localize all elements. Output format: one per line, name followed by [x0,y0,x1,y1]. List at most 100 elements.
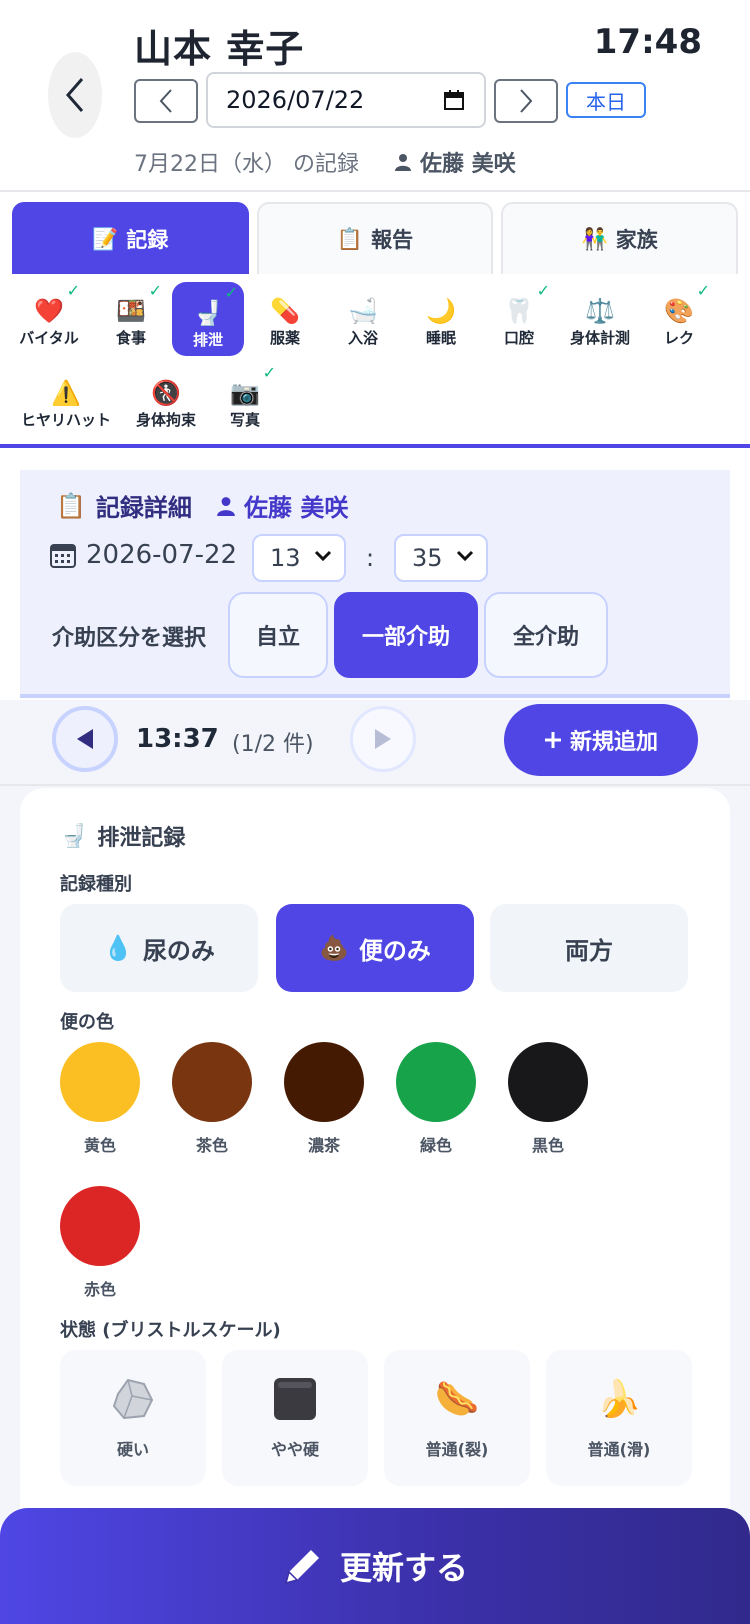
hour-select[interactable]: 13 [252,534,346,582]
color-swatch-black[interactable] [508,1042,588,1122]
prev-day-button[interactable] [134,79,198,123]
check-icon: ✓ [66,281,80,300]
moon-icon: 🌙 [426,297,456,325]
record-count: (1/2 件) [232,732,314,757]
bathtub-icon: 🛁 [348,297,378,325]
triangle-right-icon [375,729,391,749]
tab-report[interactable]: 📋 報告 [256,202,494,274]
tab-label: 家族 [615,228,658,252]
tooth-icon: 🦷 [504,297,534,325]
main-tabs: 📝 記録 📋 報告 👫 家族 [0,194,750,276]
bristol-hard-button[interactable]: 硬い [60,1350,206,1486]
color-label: 濃茶 [307,1136,340,1155]
chevron-left-icon [159,89,172,113]
minute-select[interactable]: 35 [394,534,488,582]
check-icon: ✓ [696,281,710,300]
category-bath[interactable]: 🛁 入浴 [326,280,400,354]
elimination-title-text: 排泄記録 [97,826,186,851]
category-label: ヒヤリハット [20,411,111,429]
category-meal[interactable]: ✓ 🍱 食事 [94,280,168,354]
category-near-miss[interactable]: ⚠️ ヒヤリハット [20,362,112,436]
detail-staff: 佐藤 美咲 [216,488,348,523]
color-label: 赤色 [83,1280,116,1299]
minute-value: 35 [412,544,443,572]
assist-independent-button[interactable]: 自立 [228,592,328,678]
category-recreation[interactable]: ✓ 🎨 レク [642,280,716,354]
category-label: 入浴 [347,329,378,347]
next-day-button[interactable] [494,79,558,123]
user-icon [217,496,235,516]
color-swatch-red[interactable] [60,1186,140,1266]
urine-only-button[interactable]: 💧 尿のみ [60,904,258,992]
today-button[interactable]: 本日 [566,82,646,118]
category-label: 食事 [115,329,146,347]
prev-record-button[interactable] [52,706,118,772]
category-restraint[interactable]: 🚷 身体拘束 [126,362,206,436]
detail-staff-name: 佐藤 美咲 [244,494,349,522]
category-photo[interactable]: ✓ 📷 写真 [208,362,282,436]
heart-icon: ❤️ [34,297,64,325]
back-button[interactable] [48,52,102,138]
pill-icon: 💊 [270,297,300,325]
scale-icon: ⚖️ [585,297,615,325]
chevron-left-icon [66,78,84,112]
detail-title-text: 記録詳細 [95,494,192,522]
toilet-icon: 🚽 [60,823,88,849]
clipboard-icon: 📋 [56,491,86,520]
add-record-button[interactable]: 新規追加 [504,704,698,776]
category-sleep[interactable]: 🌙 睡眠 [404,280,478,354]
hour-value: 13 [270,544,301,572]
category-body-measure[interactable]: ⚖️ 身体計測 [562,280,638,354]
check-icon: ✓ [536,281,550,300]
color-swatch-yellow[interactable] [60,1042,140,1122]
record-date-label: 7月22日（水） の記録 [134,152,359,177]
detail-date: 2026-07-22 [50,540,237,570]
bristol-normal-cracked-button[interactable]: 🌭 普通(裂) [384,1350,530,1486]
update-label: 更新する [339,1549,468,1587]
color-swatch-dark-brown[interactable] [284,1042,364,1122]
tab-family[interactable]: 👫 家族 [501,202,739,274]
category-oral[interactable]: ✓ 🦷 口腔 [482,280,556,354]
category-label: バイタル [19,329,79,347]
color-swatch-green[interactable] [396,1042,476,1122]
pencil-icon [284,1550,319,1585]
calendar-icon [50,544,76,568]
time-colon: : [366,544,375,572]
bristol-scale-label: 状態 (ブリストルスケール) [60,1320,281,1341]
bristol-slightly-hard-button[interactable]: やや硬 [222,1350,368,1486]
color-swatch-brown[interactable] [172,1042,252,1122]
both-button[interactable]: 両方 [490,904,688,992]
stool-color-label: 便の色 [60,1012,114,1033]
banana-icon: 🍌 [596,1379,642,1420]
bristol-normal-smooth-button[interactable]: 🍌 普通(滑) [546,1350,692,1486]
check-icon: ✓ [148,281,162,300]
header: 山本 幸子 17:48 2026/07/22 本日 7月22日（水） の記録 佐… [0,0,750,192]
category-medication[interactable]: 💊 服薬 [248,280,322,354]
detail-date-text: 2026-07-22 [86,540,238,570]
tab-label: 報告 [371,228,414,252]
category-vital[interactable]: ✓ ❤️ バイタル [12,280,86,354]
clipboard-icon: 📋 [336,226,364,251]
category-label: 口腔 [503,329,534,347]
assist-full-button[interactable]: 全介助 [484,592,608,678]
update-button[interactable]: 更新する [0,1508,750,1624]
calendar-icon[interactable] [444,90,464,110]
tab-record[interactable]: 📝 記録 [12,202,249,274]
droplet-icon: 💧 [103,934,133,962]
stool-only-button[interactable]: 💩 便のみ [276,904,474,992]
record-detail-panel: 📋 記録詳細 佐藤 美咲 2026-07-22 13 : 35 介助区分を選択 … [20,470,730,698]
next-record-button[interactable] [350,706,416,772]
chevron-down-icon [456,550,474,562]
elimination-title: 🚽 排泄記録 [60,820,185,852]
date-input[interactable]: 2026/07/22 [206,72,486,128]
bristol-label: 硬い [116,1440,149,1459]
plus-icon [544,732,561,748]
color-label: 黄色 [83,1136,116,1155]
staff-name: 佐藤 美咲 [420,152,516,177]
category-elimination[interactable]: ✓ 🚽 排泄 [172,282,244,356]
type-label: 両方 [565,936,613,965]
warning-icon: ⚠️ [51,379,81,407]
category-label: 服薬 [269,329,300,347]
assist-partial-button[interactable]: 一部介助 [334,592,478,678]
type-label: 尿のみ [142,936,215,965]
